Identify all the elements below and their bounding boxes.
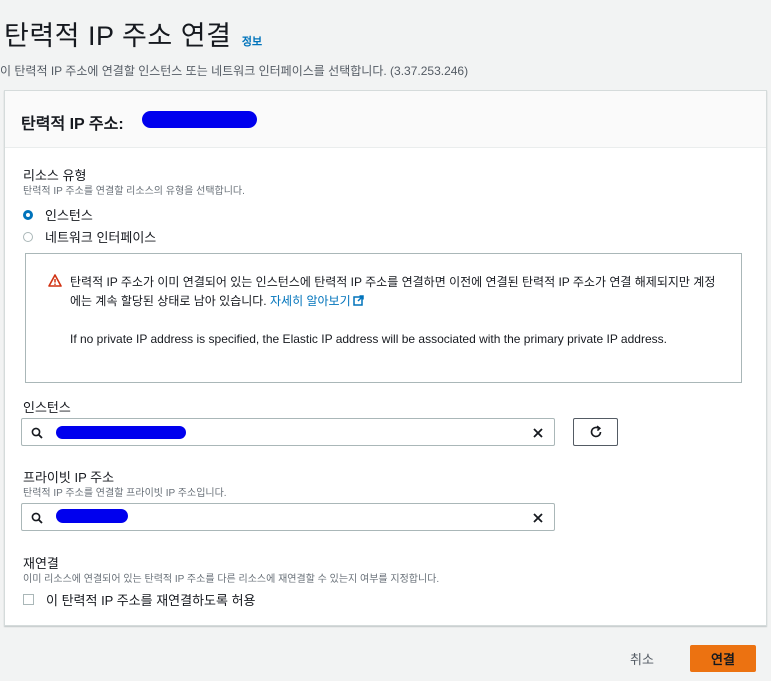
- associate-button[interactable]: 연결: [690, 645, 756, 672]
- reassociate-checkbox-row[interactable]: 이 탄력적 IP 주소를 재연결하도록 허용: [23, 590, 256, 609]
- page-description: 이 탄력적 IP 주소에 연결할 인스턴스 또는 네트워크 인터페이스를 선택합…: [0, 64, 469, 78]
- clear-icon[interactable]: [532, 511, 544, 529]
- alert-message: 탄력적 IP 주소가 이미 연결되어 있는 인스턴스에 탄력적 IP 주소를 연…: [70, 275, 716, 308]
- cancel-button[interactable]: 취소: [617, 645, 667, 671]
- radio-network-interface-label: 네트워크 인터페이스: [45, 230, 157, 245]
- radio-network-interface-button[interactable]: [23, 231, 33, 242]
- private-ip-description: 탄력적 IP 주소를 연결할 프라이빗 IP 주소입니다.: [23, 488, 227, 499]
- warning-icon: [48, 274, 62, 292]
- instance-search-input[interactable]: [21, 418, 555, 446]
- associate-panel: 탄력적 IP 주소: 리소스 유형 탄력적 IP 주소를 연결할 리소스의 유형…: [4, 90, 767, 626]
- page-title: 탄력적 IP 주소 연결: [4, 21, 232, 51]
- page-header: 탄력적 IP 주소 연결 정보: [4, 14, 262, 53]
- redacted-ip: [142, 111, 257, 128]
- radio-network-interface[interactable]: 네트워크 인터페이스: [23, 227, 156, 246]
- search-icon: [31, 426, 43, 444]
- redacted-private-ip: [56, 509, 128, 523]
- search-icon: [31, 511, 43, 529]
- learn-more-link[interactable]: 자세히 알아보기: [270, 294, 364, 308]
- clear-icon[interactable]: [532, 426, 544, 444]
- panel-title: 탄력적 IP 주소:: [21, 116, 124, 133]
- panel-header: 탄력적 IP 주소:: [5, 91, 766, 148]
- radio-instance-button[interactable]: [23, 209, 33, 220]
- reassociate-checkbox[interactable]: [23, 594, 34, 605]
- warning-alert: 탄력적 IP 주소가 이미 연결되어 있는 인스턴스에 탄력적 IP 주소를 연…: [25, 253, 742, 383]
- resource-type-description: 탄력적 IP 주소를 연결할 리소스의 유형을 선택합니다.: [23, 186, 245, 197]
- external-link-icon: [352, 295, 364, 306]
- alert-text: 탄력적 IP 주소가 이미 연결되어 있는 인스턴스에 탄력적 IP 주소를 연…: [70, 273, 720, 311]
- refresh-button[interactable]: [573, 418, 618, 446]
- info-link[interactable]: 정보: [242, 36, 262, 48]
- instance-label: 인스턴스: [23, 400, 71, 415]
- learn-more-label: 자세히 알아보기: [270, 294, 351, 308]
- redacted-instance-id: [56, 426, 186, 439]
- private-ip-search-input[interactable]: [21, 503, 555, 531]
- radio-instance[interactable]: 인스턴스: [23, 205, 93, 224]
- reassociate-checkbox-label: 이 탄력적 IP 주소를 재연결하도록 허용: [46, 593, 256, 608]
- radio-instance-label: 인스턴스: [45, 208, 93, 223]
- alert-text-english: If no private IP address is specified, t…: [70, 332, 667, 346]
- refresh-icon: [590, 425, 602, 438]
- reassociate-description: 이미 리소스에 연결되어 있는 탄력적 IP 주소를 다른 리소스에 재연결할 …: [23, 574, 440, 585]
